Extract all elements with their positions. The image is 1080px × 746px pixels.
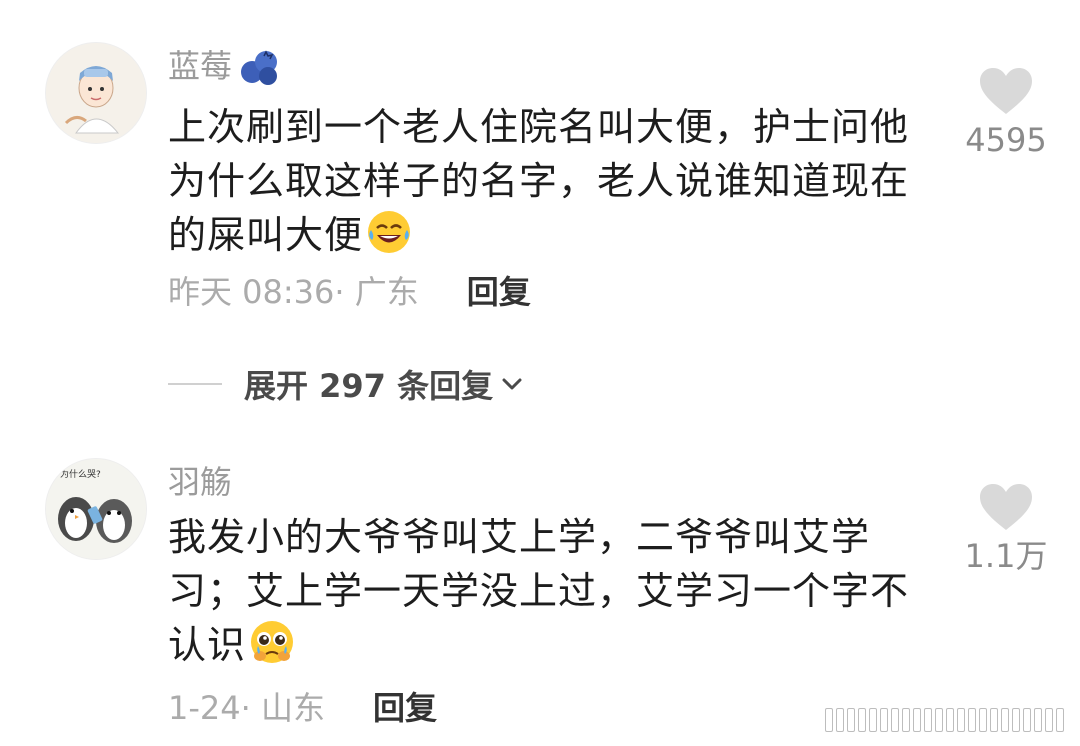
avatar-illustration: 为什么哭?: [46, 459, 146, 559]
like-count: 4595: [965, 121, 1047, 159]
comment-body: 我发小的大爷爷叫艾上学，二爷爷叫艾学习；艾上学一天学没上过，艾学习一个字不认识: [168, 510, 928, 672]
username-text: 羽觞: [168, 463, 233, 501]
heart-icon: [980, 484, 1032, 530]
username[interactable]: 羽觞: [168, 462, 232, 502]
expand-replies[interactable]: 展开 297 条回复: [168, 362, 525, 406]
comment-body: 上次刷到一个老人住院名叫大便，护士问他为什么取这样子的名字，老人说谁知道现在的屎…: [168, 100, 928, 262]
pleading-face-emoji: [251, 621, 294, 663]
avatar[interactable]: [45, 42, 147, 144]
reply-button[interactable]: 回复: [467, 272, 531, 312]
timestamp: 1-24: [168, 689, 241, 727]
avatar-illustration: [46, 43, 146, 143]
timestamp: 昨天 08:36: [168, 273, 335, 311]
avatar-caption: 为什么哭?: [60, 468, 101, 480]
expand-replies-label: 展开 297 条回复: [244, 367, 494, 405]
like-count: 1.1万: [964, 537, 1048, 575]
like-button[interactable]: 1.1万: [956, 482, 1056, 576]
username[interactable]: 蓝莓: [168, 46, 282, 86]
rolling-laughing-face-emoji: [368, 211, 411, 253]
location: · 山东: [240, 689, 325, 727]
chevron-down-icon: [502, 378, 522, 390]
location: · 广东: [334, 273, 419, 311]
heart-icon: [980, 68, 1032, 114]
divider: [168, 383, 222, 385]
comment-meta: 昨天 08:36 · 广东 回复: [168, 272, 531, 312]
avatar[interactable]: 为什么哭?: [45, 458, 147, 560]
comment-text: 上次刷到一个老人住院名叫大便，护士问他为什么取这样子的名字，老人说谁知道现在的屎…: [168, 105, 910, 257]
watermark: [825, 708, 1064, 732]
username-text: 蓝莓: [168, 47, 233, 85]
like-button[interactable]: 4595: [956, 66, 1056, 160]
comment-meta: 1-24 · 山东 回复: [168, 688, 437, 728]
reply-button[interactable]: 回复: [373, 688, 437, 728]
blueberry-emoji: [241, 50, 278, 85]
